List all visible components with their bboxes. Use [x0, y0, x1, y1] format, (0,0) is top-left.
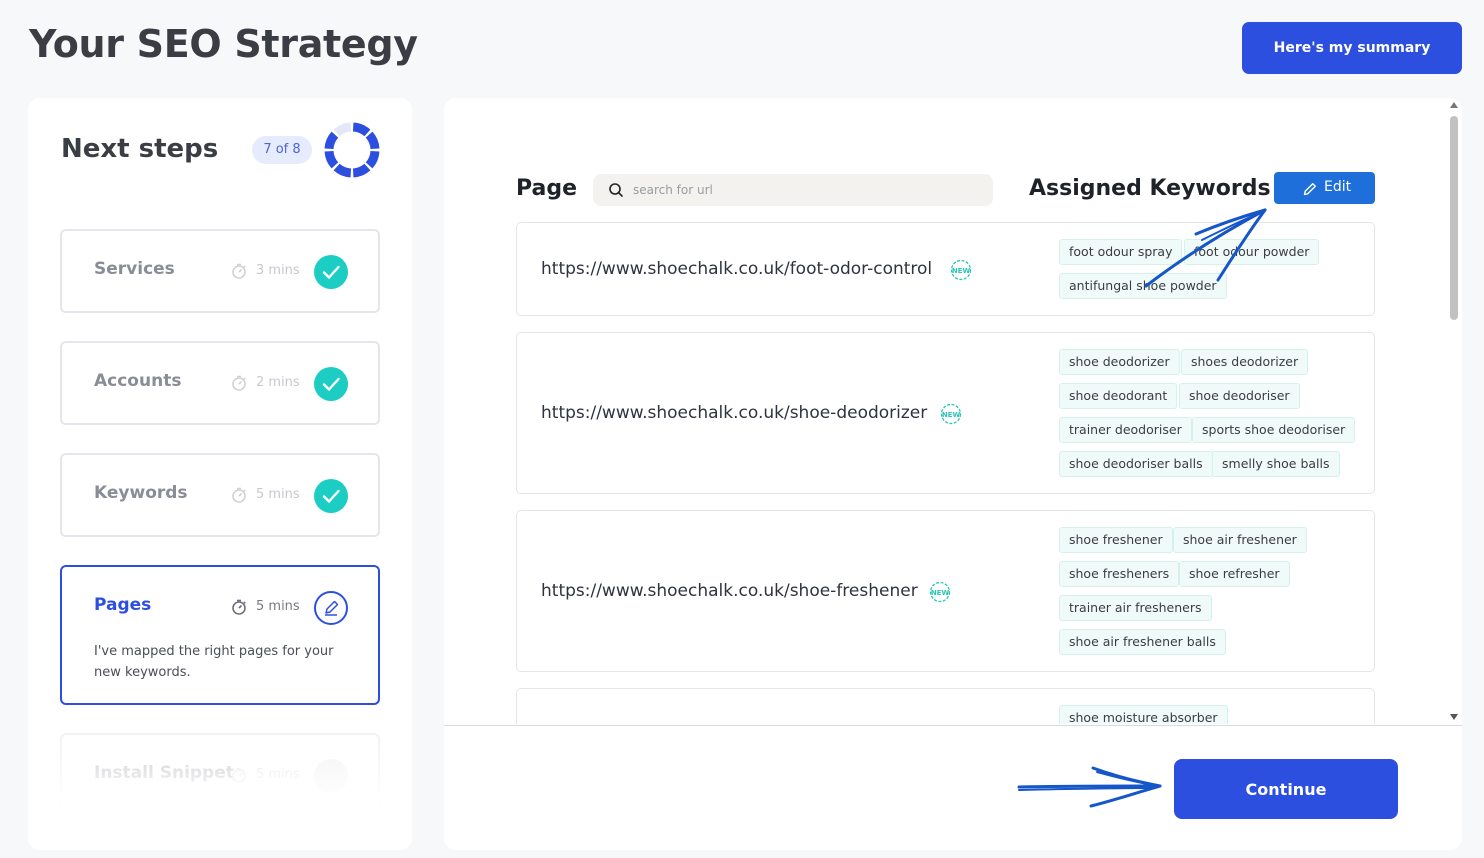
- step-duration: 5 mins: [256, 767, 300, 782]
- svg-text:NEW: NEW: [931, 589, 950, 597]
- progress-badge: 7 of 8: [252, 136, 312, 164]
- page-row: https://www.shoechalk.co.uk/shoe-freshen…: [516, 510, 1375, 672]
- progress-segment: [324, 150, 339, 169]
- next-steps-panel: Next steps 7 of 8 Services 3 mins Accoun…: [28, 98, 412, 850]
- stopwatch-icon: [232, 599, 246, 615]
- step-name: Install Snippet: [94, 763, 234, 783]
- stopwatch-icon: [232, 263, 246, 279]
- keyword-tag: trainer air fresheners: [1059, 595, 1212, 621]
- progress-segment: [333, 122, 352, 137]
- keyword-tag: smelly shoe balls: [1212, 451, 1340, 477]
- keyword-tag: shoe air freshener: [1173, 527, 1307, 553]
- progress-ring-icon: [324, 122, 380, 178]
- stopwatch-icon: [232, 375, 246, 391]
- url-search-input[interactable]: [633, 174, 983, 206]
- summary-button[interactable]: Here's my summary: [1242, 22, 1462, 74]
- page-row: https://www.shoechalk.co.uk/shoe-deodori…: [516, 332, 1375, 494]
- keyword-tag: shoe fresheners: [1059, 561, 1180, 587]
- keyword-tag: sports shoe deodoriser: [1192, 417, 1356, 443]
- assigned-keywords-header: Assigned Keywords: [1029, 176, 1271, 201]
- keyword-tag: foot odour powder: [1184, 239, 1320, 265]
- pages-panel: Page Assigned Keywords Edit https://www.…: [444, 98, 1462, 850]
- pencil-icon: [314, 591, 348, 625]
- step-duration: 2 mins: [256, 375, 300, 390]
- keyword-tag: shoe deodoriser balls: [1059, 451, 1213, 477]
- stopwatch-icon: [232, 487, 246, 503]
- new-badge-icon: NEW: [929, 581, 951, 603]
- step-card-services[interactable]: Services 3 mins: [60, 229, 380, 313]
- progress-segment: [365, 150, 380, 169]
- new-badge-icon: NEW: [950, 259, 972, 281]
- progress-segment: [352, 163, 371, 178]
- keyword-tag: trainer deodoriser: [1059, 417, 1192, 443]
- edit-keywords-button[interactable]: Edit: [1274, 172, 1375, 204]
- step-duration: 5 mins: [256, 599, 300, 614]
- keyword-tag: shoe air freshener balls: [1059, 629, 1226, 655]
- next-steps-title: Next steps: [61, 134, 219, 164]
- keyword-tag: foot odour spray: [1059, 239, 1183, 265]
- page-title: Your SEO Strategy: [29, 22, 418, 66]
- keyword-tag: antifungal shoe powder: [1059, 273, 1227, 299]
- scrollbar[interactable]: [1446, 98, 1462, 726]
- keyword-tag: shoe freshener: [1059, 527, 1173, 553]
- page-url[interactable]: https://www.shoechalk.co.uk/foot-odor-co…: [541, 259, 932, 279]
- page-url[interactable]: https://www.shoechalk.co.uk/shoe-freshen…: [541, 581, 918, 601]
- edit-label: Edit: [1324, 179, 1352, 195]
- check-icon: [314, 255, 348, 289]
- footer-divider: [444, 725, 1462, 726]
- step-name: Accounts: [94, 371, 182, 391]
- scroll-up-arrow-icon[interactable]: [1450, 102, 1458, 108]
- pending-status-icon: [314, 759, 348, 793]
- page-url[interactable]: https://www.shoechalk.co.uk/shoe-deodori…: [541, 403, 927, 423]
- url-search-box[interactable]: [593, 174, 993, 206]
- new-badge-icon: NEW: [940, 403, 962, 425]
- step-name: Pages: [94, 595, 152, 615]
- page-row: shoe moisture absorber: [516, 688, 1375, 724]
- keyword-tag: shoe moisture absorber: [1059, 705, 1228, 724]
- keyword-tag: shoe deodoriser: [1179, 383, 1300, 409]
- continue-button[interactable]: Continue: [1174, 759, 1398, 819]
- stopwatch-icon: [232, 767, 246, 783]
- keyword-tag: shoe refresher: [1179, 561, 1290, 587]
- search-icon: [609, 183, 623, 197]
- step-description: I've mapped the right pages for your new…: [94, 644, 334, 680]
- pencil-icon: [1303, 183, 1316, 196]
- scroll-down-arrow-icon[interactable]: [1450, 714, 1458, 720]
- step-card-accounts[interactable]: Accounts 2 mins: [60, 341, 380, 425]
- page-row: https://www.shoechalk.co.uk/foot-odor-co…: [516, 222, 1375, 316]
- check-icon: [314, 367, 348, 401]
- check-icon: [314, 479, 348, 513]
- progress-segment: [365, 131, 380, 150]
- step-card-install-snippet[interactable]: Install Snippet 5 mins: [60, 733, 380, 817]
- step-duration: 5 mins: [256, 487, 300, 502]
- step-card-keywords[interactable]: Keywords 5 mins: [60, 453, 380, 537]
- progress-segment: [324, 131, 339, 150]
- progress-segment: [333, 163, 352, 178]
- scrollbar-thumb[interactable]: [1450, 116, 1458, 320]
- page-rows-list: https://www.shoechalk.co.uk/foot-odor-co…: [444, 222, 1444, 724]
- keyword-tag: shoes deodorizer: [1181, 349, 1309, 375]
- keyword-tag: shoe deodorizer: [1059, 349, 1180, 375]
- page-column-header: Page: [516, 176, 578, 201]
- step-name: Keywords: [94, 483, 188, 503]
- keyword-tag: shoe deodorant: [1059, 383, 1178, 409]
- progress-segment: [352, 122, 371, 137]
- step-name: Services: [94, 259, 175, 279]
- step-duration: 3 mins: [256, 263, 300, 278]
- step-card-pages[interactable]: Pages 5 mins I've mapped the right pages…: [60, 565, 380, 705]
- svg-text:NEW: NEW: [942, 411, 961, 419]
- svg-text:NEW: NEW: [952, 267, 971, 275]
